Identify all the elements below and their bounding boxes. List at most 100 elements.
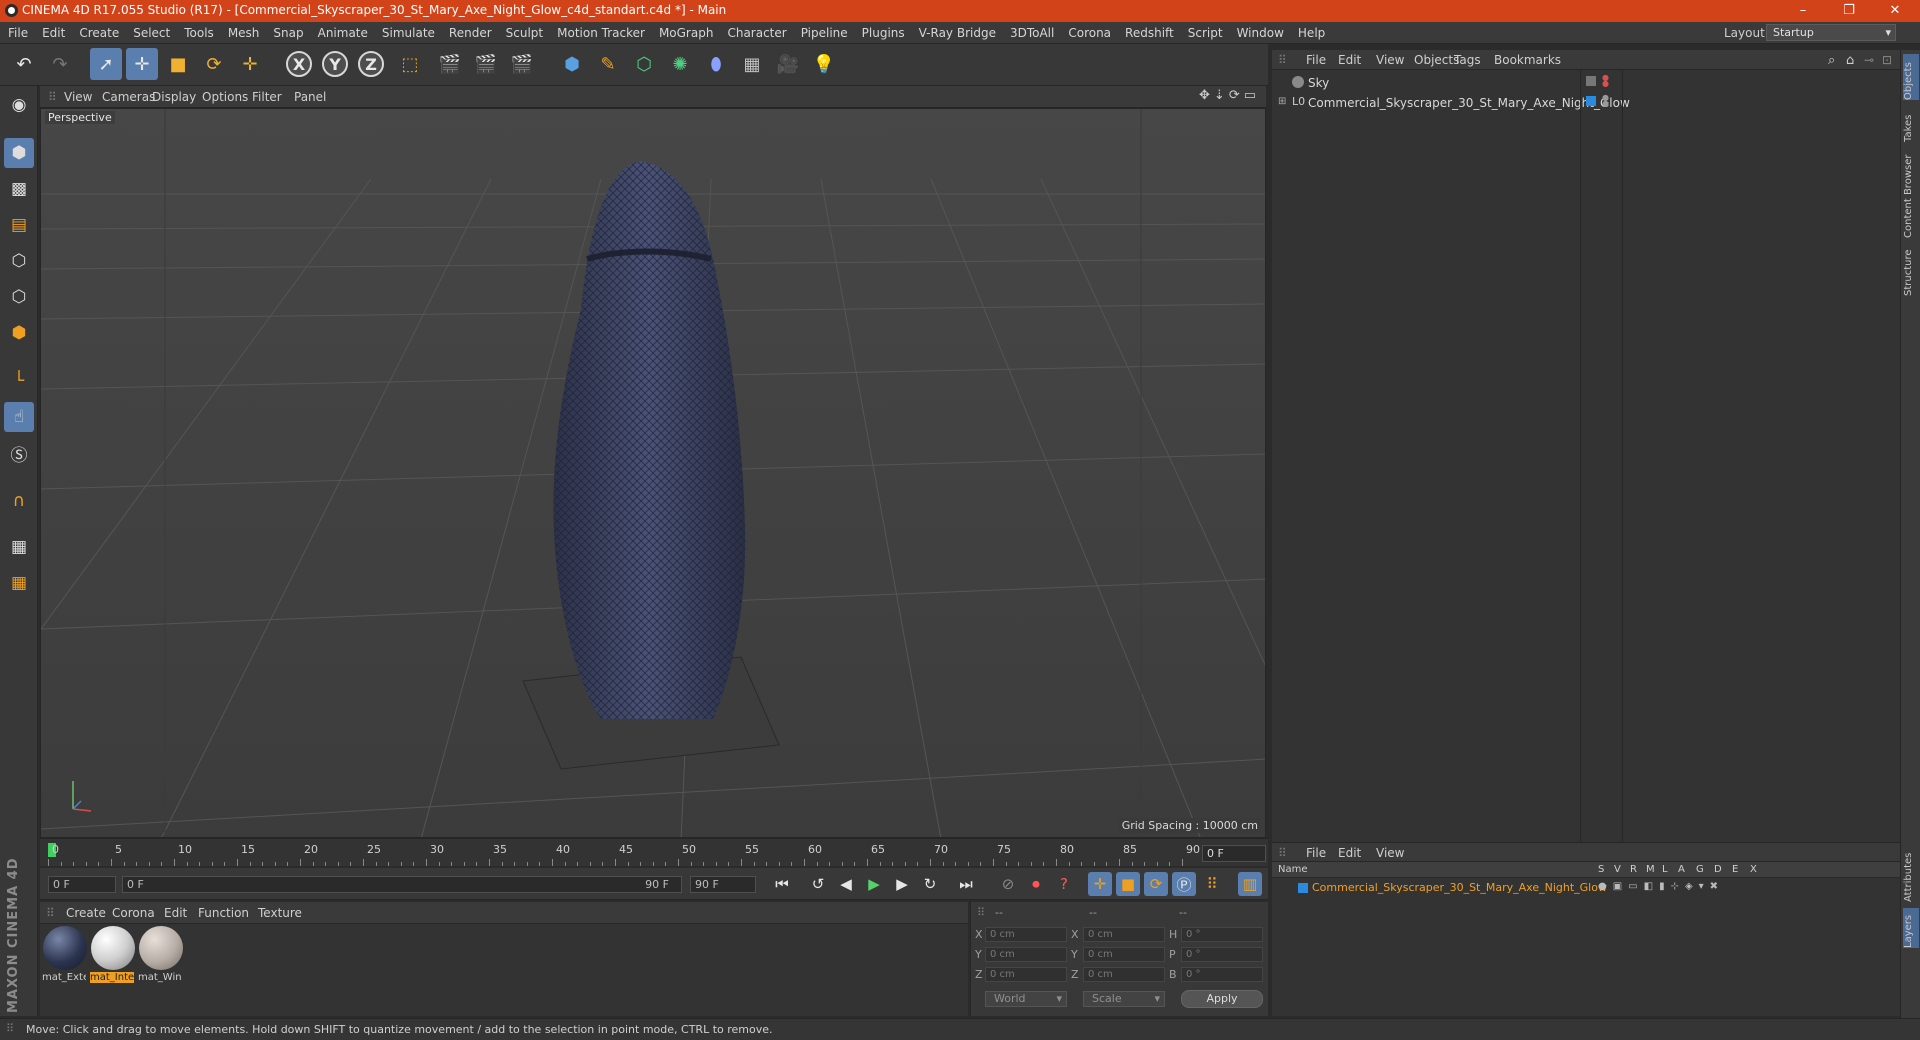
material-item[interactable]: mat_Win (138, 926, 184, 983)
viewport-menu-view[interactable]: View (64, 90, 92, 104)
menu-redshift[interactable]: Redshift (1125, 26, 1174, 40)
coordinate-system-select[interactable]: World ▾ (985, 991, 1067, 1007)
next-frame-icon[interactable]: ▶ (890, 872, 914, 896)
next-key-icon[interactable]: ↻ (918, 872, 942, 896)
menu-render[interactable]: Render (449, 26, 492, 40)
timeline-ruler[interactable]: 0 5 10 15 20 25 30 35 40 45 50 55 60 65 70 75 80 85 90 (40, 838, 1268, 866)
menu-mesh[interactable]: Mesh (228, 26, 260, 40)
home-icon[interactable]: ⌂ (1846, 53, 1854, 68)
rot-p-field[interactable]: 0 ° (1181, 947, 1263, 962)
close-button[interactable]: ✕ (1872, 0, 1918, 22)
menu-sculpt[interactable]: Sculpt (506, 26, 543, 40)
floor-scene-icon[interactable]: ▦ (736, 48, 768, 80)
z-axis-lock-button[interactable]: Z (358, 51, 384, 77)
viewport-menu-panel[interactable]: Panel (294, 90, 326, 104)
menu-motion-tracker[interactable]: Motion Tracker (557, 26, 645, 40)
points-mode-icon[interactable]: ⬡ (4, 246, 34, 276)
layer-header-x[interactable]: X (1750, 864, 1757, 875)
camera-icon[interactable]: 🎥 (772, 48, 804, 80)
menu-character[interactable]: Character (727, 26, 786, 40)
size-mode-select[interactable]: Scale ▾ (1083, 991, 1165, 1007)
subdivision-surface-icon[interactable]: ⬡ (628, 48, 660, 80)
menu-simulate[interactable]: Simulate (382, 26, 435, 40)
material-menu-texture[interactable]: Texture (258, 906, 302, 920)
rot-b-field[interactable]: 0 ° (1181, 967, 1263, 982)
layer-header-m[interactable]: M (1646, 864, 1655, 875)
minimize-button[interactable]: – (1780, 0, 1826, 22)
tab-content-browser[interactable]: Content Browser (1903, 146, 1919, 238)
layer-color-icon[interactable] (1586, 96, 1596, 106)
visibility-dots-icon[interactable]: ● ● (1602, 74, 1609, 88)
current-frame-field[interactable]: 0 F (1202, 845, 1266, 862)
tab-structure[interactable]: Structure (1903, 244, 1919, 296)
menu-v-ray-bridge[interactable]: V-Ray Bridge (919, 26, 996, 40)
pen-spline-icon[interactable]: ✎ (592, 48, 624, 80)
autokeying-icon[interactable]: ? (1052, 872, 1076, 896)
visibility-dots-icon[interactable]: ● ● (1602, 94, 1609, 108)
layer-header-s[interactable]: S (1598, 864, 1604, 875)
tab-objects[interactable]: Objects (1903, 54, 1919, 100)
menu-help[interactable]: Help (1298, 26, 1325, 40)
tab-attributes[interactable]: Attributes (1903, 842, 1919, 902)
workplane-snap-icon[interactable]: ▦ (4, 568, 34, 598)
tab-layers[interactable]: Layers (1903, 908, 1919, 948)
x-axis-lock-button[interactable]: X (286, 51, 312, 77)
go-to-start-icon[interactable]: ⏮ (770, 872, 794, 896)
pos-x-field[interactable]: 0 cm (985, 927, 1067, 942)
redo-icon[interactable]: ↷ (44, 48, 76, 80)
texture-mode-icon[interactable]: ▩ (4, 174, 34, 204)
menu-file[interactable]: File (8, 26, 28, 40)
cube-primitive-icon[interactable]: ⬢ (556, 48, 588, 80)
object-row-skyscraper[interactable]: ⊞ L0 Commercial_Skyscraper_30_St_Mary_Ax… (1272, 93, 1900, 113)
go-to-end-icon[interactable]: ⏭ (954, 872, 978, 896)
snap-magnet-icon[interactable]: ∩ (4, 486, 34, 516)
layer-header-r[interactable]: R (1630, 864, 1637, 875)
workplane-lock-icon[interactable]: ▦ (4, 532, 34, 562)
render-view-icon[interactable]: 🎬 (434, 48, 466, 80)
make-editable-icon[interactable]: ◉ (4, 90, 34, 120)
key-scale-icon[interactable]: ■ (1116, 872, 1140, 896)
tweak-mode-icon[interactable]: ☝ (4, 402, 34, 432)
world-coordinate-icon[interactable]: ⬚ (394, 48, 426, 80)
new-window-icon[interactable]: ⊡ (1882, 53, 1892, 67)
key-pla-icon[interactable]: ⠿ (1200, 872, 1224, 896)
layer-menu-file[interactable]: File (1306, 846, 1326, 860)
viewport-menu-options[interactable]: Options (202, 90, 248, 104)
menu-script[interactable]: Script (1188, 26, 1223, 40)
previous-key-icon[interactable]: ↺ (806, 872, 830, 896)
menu-pipeline[interactable]: Pipeline (801, 26, 848, 40)
rot-h-field[interactable]: 0 ° (1181, 927, 1263, 942)
layer-header-v[interactable]: V (1614, 864, 1621, 875)
edges-mode-icon[interactable]: ⬡ (4, 282, 34, 312)
object-menu-view[interactable]: View (1376, 53, 1404, 67)
menu-animate[interactable]: Animate (318, 26, 368, 40)
material-menu-function[interactable]: Function (198, 906, 249, 920)
object-menu-file[interactable]: File (1306, 53, 1326, 67)
restore-button[interactable]: ❐ (1826, 0, 1872, 22)
key-parameter-icon[interactable]: Ⓟ (1172, 872, 1196, 896)
axis-mode-icon[interactable]: └ (4, 366, 34, 396)
layer-header-name[interactable]: Name (1278, 864, 1308, 875)
material-item[interactable]: mat_Inte (90, 926, 136, 983)
lock-icon[interactable]: ⊸ (1864, 53, 1874, 67)
expand-icon[interactable]: ⊞ (1278, 96, 1286, 107)
polygons-mode-icon[interactable]: ⬢ (4, 318, 34, 348)
layer-menu-edit[interactable]: Edit (1338, 846, 1361, 860)
light-icon[interactable]: 💡 (808, 48, 840, 80)
rotate-tool-icon[interactable]: ⟳ (198, 48, 230, 80)
size-x-field[interactable]: 0 cm (1083, 927, 1165, 942)
array-cloner-icon[interactable]: ✺ (664, 48, 696, 80)
workplane-mode-icon[interactable]: ▤ (4, 210, 34, 240)
menu-plugins[interactable]: Plugins (862, 26, 905, 40)
size-z-field[interactable]: 0 cm (1083, 967, 1165, 982)
layer-color-icon[interactable] (1298, 883, 1308, 893)
layout-select[interactable]: Startup ▾ (1766, 24, 1896, 41)
viewport-menu-filter[interactable]: Filter (252, 90, 282, 104)
motion-path-icon[interactable]: ⊘ (996, 872, 1020, 896)
model-mode-icon[interactable]: ⬢ (4, 138, 34, 168)
material-menu-corona[interactable]: Corona (112, 906, 155, 920)
search-icon[interactable]: ⌕ (1828, 53, 1835, 68)
key-rotation-icon[interactable]: ⟳ (1144, 872, 1168, 896)
transform-tool-icon[interactable]: ✛ (234, 48, 266, 80)
viewport-navigation-icons[interactable]: ✥⇣⟳▭ (1199, 88, 1260, 103)
